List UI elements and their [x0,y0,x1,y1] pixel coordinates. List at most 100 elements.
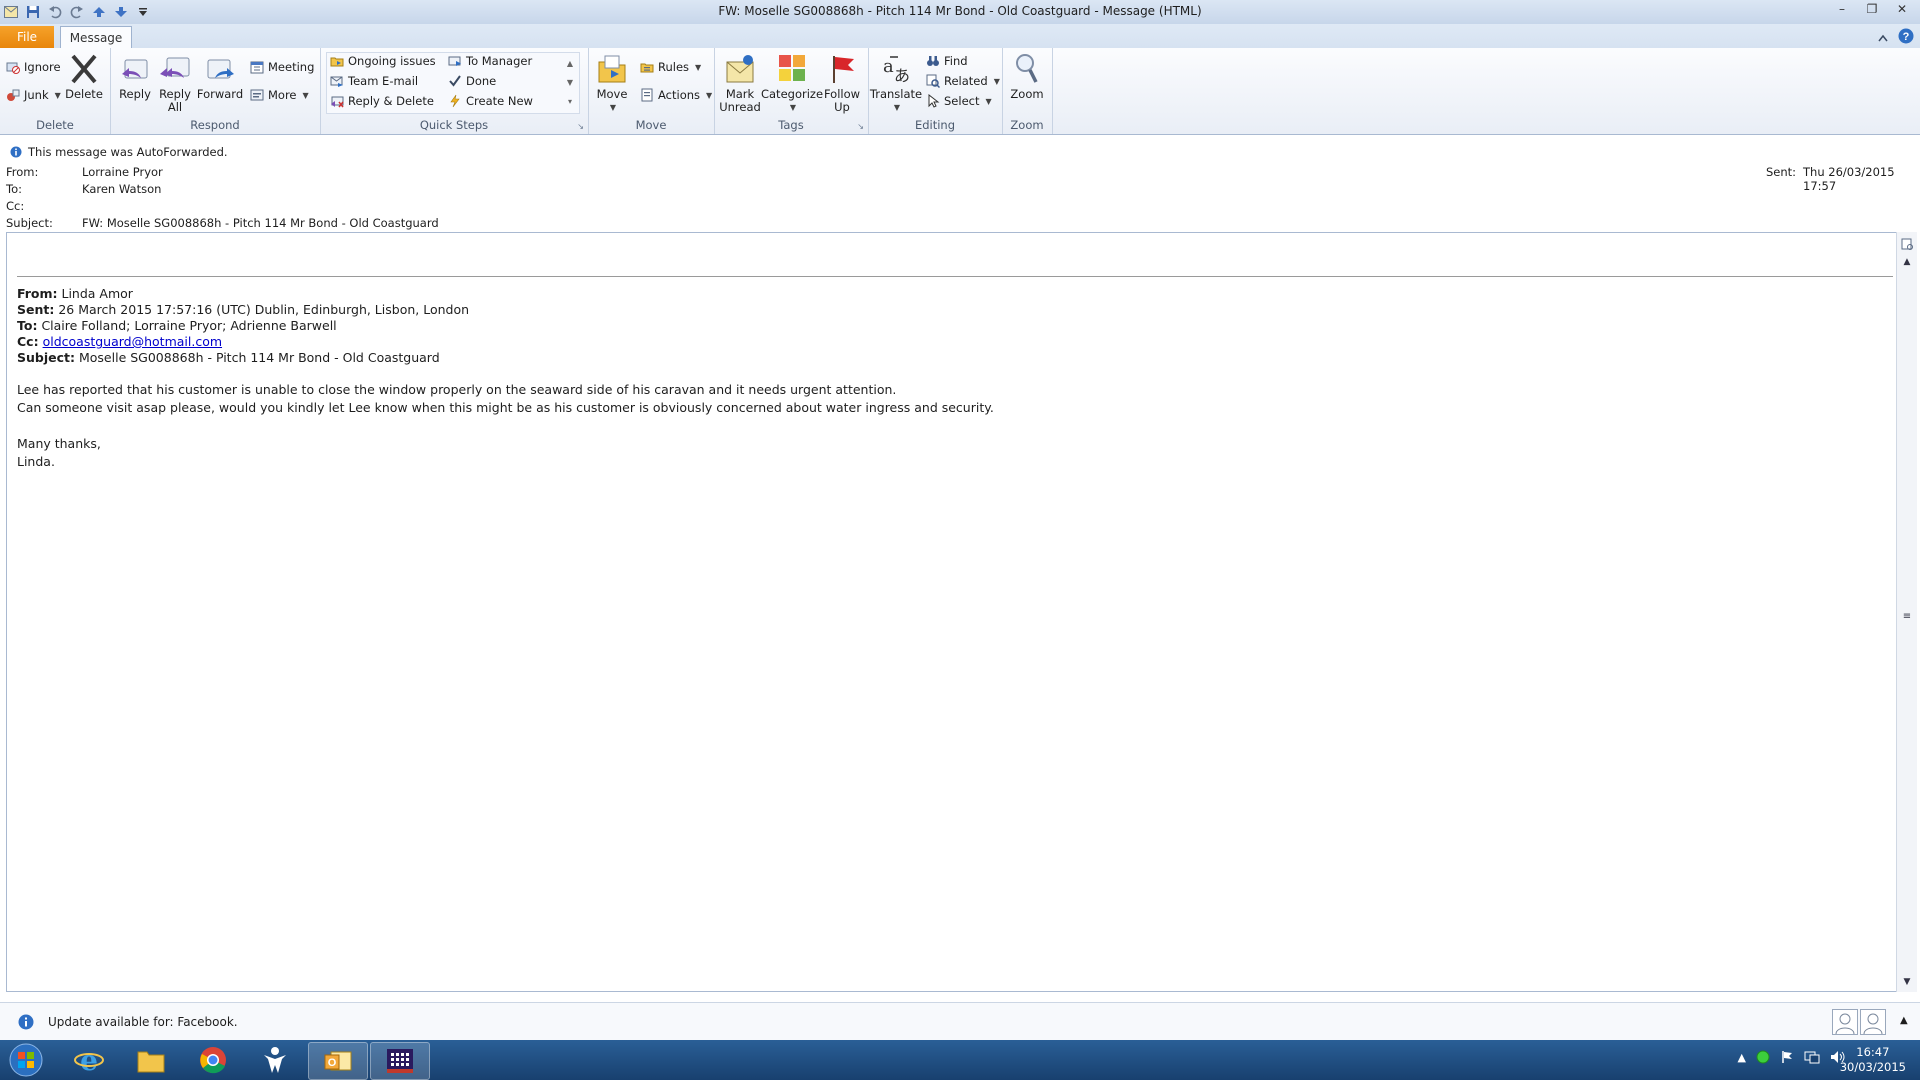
flag-icon [833,56,854,83]
forward-divider [17,276,1893,277]
move-button[interactable]: Move ▼ [592,52,632,114]
lightning-icon [450,94,460,108]
actions-dropdown-icon: ▼ [706,90,713,100]
select-button[interactable]: Select ▼ [926,94,992,108]
respond-group-label: Respond [190,118,240,132]
person-icon [1860,1009,1886,1035]
start-button[interactable] [0,1042,52,1078]
action-center-flag-icon[interactable] [1780,1050,1794,1064]
move-folder-icon [598,55,626,83]
binoculars-icon [927,56,939,66]
tags-dialog-launcher-icon[interactable]: ↘ [857,122,864,131]
more-button[interactable]: More ▼ [250,88,309,102]
delete-button[interactable]: Delete [65,52,103,101]
body-line: Can someone visit asap please, would you… [17,400,994,415]
taskbar-chrome[interactable] [184,1042,242,1078]
mark-unread-button[interactable]: Mark Unread [718,52,762,114]
meeting-icon [250,61,264,74]
find-button[interactable]: Find [926,54,968,68]
help-icon[interactable]: ? [1898,28,1914,47]
minimize-button[interactable]: – [1828,0,1856,18]
quickstep-to-manager[interactable]: To Manager [448,54,532,68]
quickstep-team-email[interactable]: Team E-mail [330,74,418,88]
zoom-button[interactable]: Zoom [1006,52,1048,101]
quick-steps-scroll[interactable]: ▲ ▼ ▾ [564,54,576,112]
follow-up-button[interactable]: Follow Up [822,52,862,114]
people-pane-icons[interactable] [1832,1009,1886,1035]
rules-button[interactable]: Rules ▼ [640,60,701,74]
quickstep-done[interactable]: Done [448,74,496,88]
move-group: Move ▼ Rules ▼ Actions ▼ Move [588,48,715,134]
tags-group-label: Tags [778,118,804,132]
delete-x-icon [71,54,97,84]
close-button[interactable]: ✕ [1888,0,1916,18]
taskbar-file-explorer[interactable] [122,1042,180,1078]
junk-button[interactable]: Junk ▼ [6,88,61,102]
scroll-up-button[interactable]: ▲ [1897,254,1917,270]
dialog-launcher-icon[interactable]: ↘ [577,122,584,131]
forwarded-header: From: Linda Amor Sent: 26 March 2015 17:… [17,286,469,366]
zoom-group-label: Zoom [1010,118,1044,132]
fwd-subject-label: Subject: [17,350,75,365]
actions-icon [641,88,653,102]
maximize-button[interactable]: ❐ [1858,0,1886,18]
taskbar-calendar-app[interactable] [370,1042,430,1080]
collapse-ribbon-icon[interactable] [1878,31,1888,45]
body-line: Linda. [17,454,55,469]
people-app-icon [264,1047,286,1073]
document-view-icon[interactable] [1897,236,1917,252]
tab-message[interactable]: Message [60,26,132,49]
reply-label: Reply [119,87,151,101]
delete-label: Delete [65,87,103,101]
actions-button[interactable]: Actions ▼ [640,88,712,102]
network-icon[interactable] [1804,1050,1820,1064]
show-hidden-icons-icon[interactable]: ▲ [1738,1051,1746,1064]
quickstep-ongoing-issues[interactable]: Ongoing issues [330,54,436,68]
related-label: Related [944,74,988,88]
respond-group: Reply Reply All Forward Meeting More ▼ Re… [110,48,321,134]
follow-up-label-2: Up [834,100,850,114]
junk-icon [7,89,20,101]
taskbar-outlook[interactable]: O [308,1042,368,1080]
fwd-cc-email-link[interactable]: oldcoastguard@hotmail.com [43,334,222,349]
related-button[interactable]: Related ▼ [926,74,1000,88]
translate-button[interactable]: aあ Translate ▼ [870,52,922,114]
svg-text:a: a [883,56,894,77]
tags-group: Mark Unread Categorize ▼ Follow Up Tags … [714,48,869,134]
actions-label: Actions [658,88,701,102]
ignore-button[interactable]: Ignore [6,60,61,74]
team-email-icon [330,76,343,87]
from-value[interactable]: Lorraine Pryor [82,165,163,179]
reply-all-button[interactable]: Reply All [156,52,194,114]
fwd-sent-label: Sent: [17,302,55,317]
to-value[interactable]: Karen Watson [82,182,161,196]
update-message[interactable]: Update available for: Facebook. [48,1015,238,1029]
status-green-icon[interactable] [1756,1050,1770,1064]
system-tray: ▲ [1738,1050,1846,1064]
reply-button[interactable]: Reply [116,52,154,101]
forward-icon [207,59,234,79]
categorize-button[interactable]: Categorize ▼ [761,52,823,114]
forward-button[interactable]: Forward [197,52,243,101]
taskbar-internet-explorer[interactable]: e [60,1042,118,1078]
quickstep-reply-delete[interactable]: Reply & Delete [330,94,434,108]
quick-steps-group: Ongoing issues Team E-mail Reply & Delet… [320,48,589,134]
quickstep-label: Team E-mail [348,74,419,88]
scroll-grip-icon[interactable]: ≡ [1897,608,1917,624]
message-body[interactable]: From: Linda Amor Sent: 26 March 2015 17:… [6,232,1897,992]
select-label: Select [944,94,980,108]
reply-all-label-2: All [167,100,183,114]
taskbar-app-people[interactable] [246,1042,304,1078]
scroll-down-button[interactable]: ▼ [1897,974,1917,990]
taskbar-clock[interactable]: 16:47 30/03/2015 [1840,1045,1906,1075]
quick-steps-group-label: Quick Steps [419,118,489,132]
vertical-scrollbar[interactable]: ▲ ≡ ▼ [1896,232,1917,992]
window-title: FW: Moselle SG008868h - Pitch 114 Mr Bon… [718,4,1202,18]
translate-dropdown-icon: ▼ [893,103,901,112]
expand-people-pane-icon[interactable]: ▲ [1900,1015,1908,1026]
quickstep-create-new[interactable]: Create New [448,94,533,108]
tab-file[interactable]: File [0,26,54,48]
ribbon-tabs: File Message ? [0,24,1920,49]
meeting-button[interactable]: Meeting [250,60,314,74]
